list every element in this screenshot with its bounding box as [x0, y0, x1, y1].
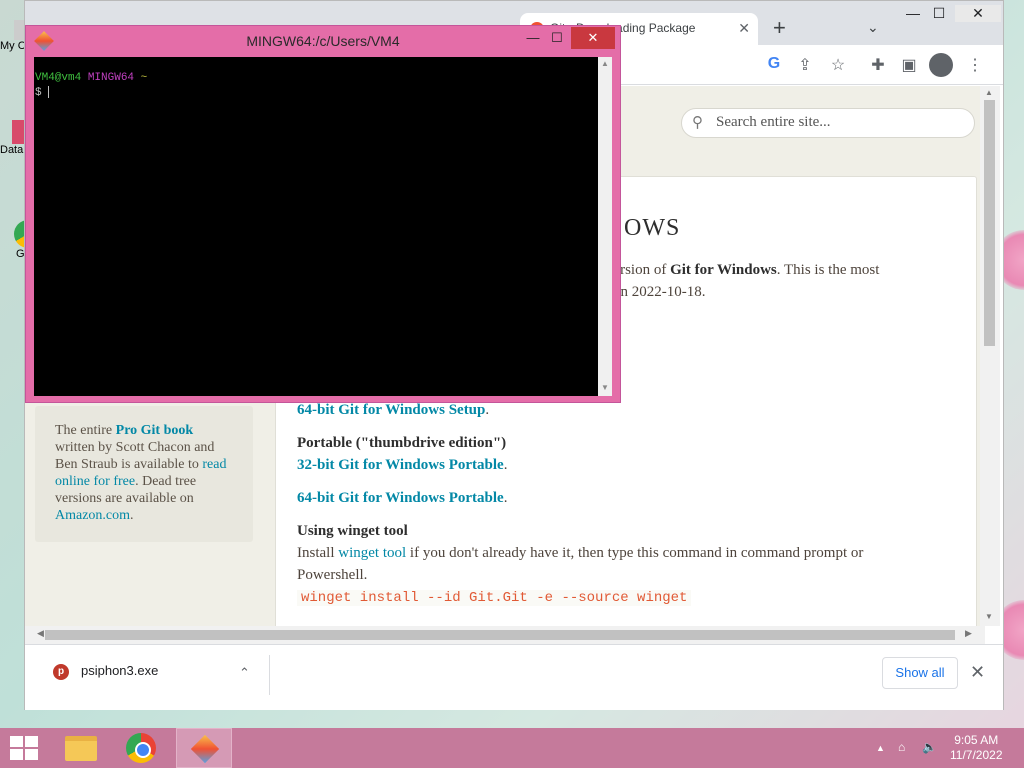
- taskbar: ▲ ⌂ 🔈 9:05 AM 11/7/2022: [0, 728, 1024, 768]
- tray-overflow-icon[interactable]: ▲: [876, 743, 885, 753]
- clock-time: 9:05 AM: [954, 733, 999, 747]
- terminal-minimize-button[interactable]: —: [522, 30, 544, 50]
- taskbar-git-bash[interactable]: [176, 728, 232, 768]
- side-panel-icon[interactable]: ▣: [898, 55, 920, 75]
- terminal-window[interactable]: MINGW64:/c/Users/VM4 — ☐ ✕ VM4@vm4 MINGW…: [25, 25, 621, 403]
- divider: [269, 655, 270, 695]
- psiphon-icon: p: [53, 663, 69, 680]
- download-64-setup-link[interactable]: 64-bit Git for Windows Setup: [297, 402, 485, 418]
- scroll-left-icon[interactable]: ◀: [37, 628, 44, 639]
- share-icon[interactable]: ⇪: [794, 55, 816, 75]
- system-clock[interactable]: 9:05 AM 11/7/2022: [950, 733, 1003, 763]
- chevron-up-icon[interactable]: ⌃: [239, 665, 250, 681]
- prompt-user: VM4@vm4: [35, 72, 82, 84]
- terminal-scrollbar[interactable]: ▲ ▼: [598, 57, 612, 396]
- desktop-icon-label: G: [16, 248, 25, 260]
- download-64-portable-link[interactable]: 64-bit Git for Windows Portable: [297, 490, 504, 506]
- terminal-title-bar[interactable]: MINGW64:/c/Users/VM4 — ☐ ✕: [26, 26, 620, 56]
- intro-bold: Git for Windows: [670, 262, 777, 278]
- tab-search-button[interactable]: ⌄: [867, 19, 879, 36]
- close-button[interactable]: ✕: [955, 5, 1001, 22]
- terminal-close-button[interactable]: ✕: [571, 27, 615, 49]
- scrollbar-thumb[interactable]: [45, 630, 955, 640]
- horizontal-scrollbar[interactable]: ◀ ▶: [25, 626, 985, 644]
- scrollbar-thumb[interactable]: [984, 100, 995, 346]
- search-icon: ⚲: [692, 115, 703, 131]
- winget-text: if you don't already have it, then type …: [406, 545, 864, 561]
- taskbar-file-explorer[interactable]: [52, 728, 108, 768]
- chrome-icon: [126, 733, 156, 763]
- new-tab-button[interactable]: +: [773, 15, 786, 41]
- input-line[interactable]: $: [35, 86, 597, 101]
- google-icon[interactable]: G: [763, 55, 785, 73]
- network-icon[interactable]: ⌂: [898, 740, 905, 754]
- git-logo-icon: [190, 734, 220, 764]
- folder-icon: [65, 736, 97, 761]
- taskbar-chrome[interactable]: [114, 728, 170, 768]
- prompt-path: ~: [140, 72, 148, 84]
- scroll-right-icon[interactable]: ▶: [965, 628, 972, 639]
- scroll-down-icon[interactable]: ▼: [985, 612, 993, 621]
- portable-64-block: 64-bit Git for Windows Portable.: [297, 487, 507, 509]
- tab-close-icon[interactable]: ✕: [738, 20, 750, 37]
- download-file-name: psiphon3.exe: [81, 663, 159, 678]
- vertical-scrollbar[interactable]: ▲ ▼: [980, 86, 1000, 626]
- desktop-icon-label: Data: [0, 144, 24, 156]
- site-search-input[interactable]: ⚲ Search entire site...: [681, 108, 975, 138]
- winget-text: Powershell.: [297, 567, 368, 583]
- profile-icon[interactable]: [929, 53, 953, 77]
- sidebar-text: written by Scott Chacon and Ben Straub i…: [55, 440, 215, 472]
- portable-block: Portable ("thumbdrive edition") 32-bit G…: [297, 432, 507, 476]
- scroll-up-icon[interactable]: ▲: [985, 88, 993, 97]
- windows-logo-icon: [10, 736, 38, 760]
- amazon-link[interactable]: Amazon.com: [55, 508, 130, 523]
- terminal-output[interactable]: VM4@vm4 MINGW64 ~ $: [34, 57, 598, 396]
- scroll-down-icon[interactable]: ▼: [601, 383, 609, 392]
- search-placeholder: Search entire site...: [716, 114, 831, 130]
- winget-command[interactable]: winget install --id Git.Git -e --source …: [297, 590, 692, 606]
- prompt-symbol: $: [35, 87, 42, 99]
- desktop-icon-label: My C: [0, 40, 26, 52]
- intro-fragment: . This is the most: [776, 262, 880, 278]
- prompt-env: MINGW64: [87, 72, 135, 84]
- winget-heading: Using winget tool: [297, 523, 408, 539]
- start-button[interactable]: [0, 728, 48, 768]
- volume-icon[interactable]: 🔈: [922, 740, 937, 754]
- winget-text: Install: [297, 545, 339, 561]
- star-icon[interactable]: ☆: [827, 55, 849, 75]
- pro-git-book-link[interactable]: Pro Git book: [116, 423, 194, 438]
- winget-tool-link[interactable]: winget tool: [338, 545, 406, 561]
- download-item[interactable]: p psiphon3.exe: [53, 663, 158, 680]
- punct: .: [503, 490, 508, 506]
- text-cursor: [48, 86, 50, 99]
- download-shelf: p psiphon3.exe ⌃ Show all ✕: [25, 644, 1003, 710]
- pro-git-book-box: The entire Pro Git book written by Scott…: [35, 406, 253, 542]
- menu-icon[interactable]: ⋮: [964, 55, 986, 75]
- page-heading: OWS: [624, 215, 681, 241]
- show-all-button[interactable]: Show all: [882, 657, 958, 689]
- portable-heading: Portable ("thumbdrive edition"): [297, 435, 507, 451]
- clock-date: 11/7/2022: [950, 748, 1003, 762]
- close-download-shelf-icon[interactable]: ✕: [970, 662, 985, 683]
- extensions-icon[interactable]: ✚: [867, 55, 889, 75]
- maximize-button[interactable]: ☐: [919, 5, 959, 22]
- sidebar-text: The entire: [55, 423, 116, 438]
- punct: .: [485, 402, 490, 418]
- punct: .: [503, 457, 508, 473]
- prompt-line: VM4@vm4 MINGW64 ~: [35, 71, 597, 86]
- intro-text: t version of Git for Windows. This is th…: [598, 259, 938, 303]
- terminal-maximize-button[interactable]: ☐: [546, 30, 568, 50]
- winget-block: Using winget tool Install winget tool if…: [297, 520, 957, 586]
- scroll-up-icon[interactable]: ▲: [601, 59, 609, 68]
- sidebar-text: .: [130, 508, 134, 523]
- download-32-portable-link[interactable]: 32-bit Git for Windows Portable: [297, 457, 504, 473]
